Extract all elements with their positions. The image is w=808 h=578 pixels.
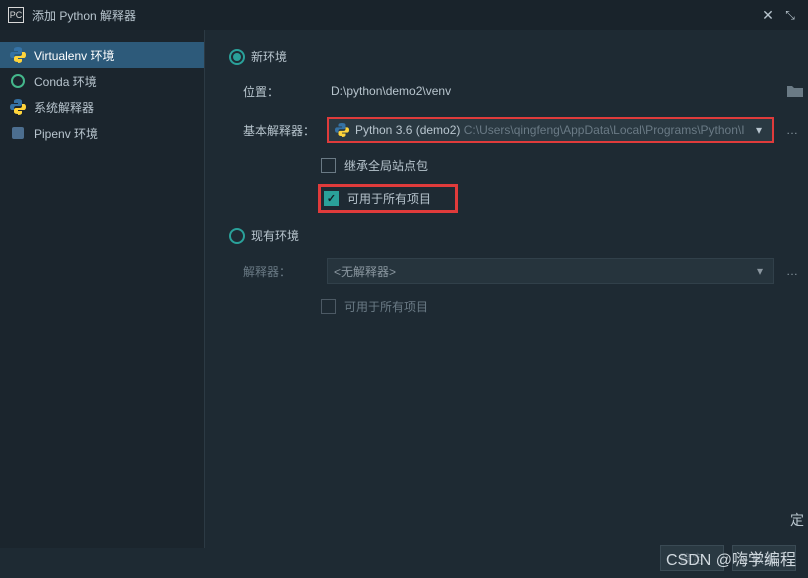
edge-text: 定 [790,510,804,530]
make-available-existing-row: 可用于所有项目 [321,298,804,315]
new-env-radio-row: 新环境 [229,48,804,65]
make-available-existing-checkbox [321,299,336,314]
watermark: CSDN @嗨学编程 [666,546,796,570]
inherit-packages-checkbox[interactable] [321,158,336,173]
python-icon [10,47,26,63]
sidebar-item-pipenv[interactable]: Pipenv 环境 [0,120,204,146]
folder-icon[interactable] [786,84,804,98]
sidebar-item-label: Conda 环境 [34,73,97,90]
sidebar-item-conda[interactable]: Conda 环境 [0,68,204,94]
make-available-checkbox[interactable] [324,191,339,206]
close-icon[interactable]: ✕ [756,7,780,24]
conda-icon [10,73,26,89]
browse-button[interactable]: … [780,123,804,137]
new-env-radio[interactable] [229,49,245,65]
window-title: 添加 Python 解释器 [32,7,756,24]
chevron-down-icon: ▾ [753,264,767,278]
window-extra-icon: ⤡ [780,8,800,23]
new-env-label: 新环境 [251,48,287,65]
make-available-highlight: 可用于所有项目 [318,184,458,213]
browse-button[interactable]: … [780,264,804,278]
sidebar-item-label: Pipenv 环境 [34,125,98,142]
inherit-packages-row: 继承全局站点包 [321,157,804,174]
location-input[interactable] [327,79,780,103]
base-interpreter-dropdown[interactable]: Python 3.6 (demo2) C:\Users\qingfeng\App… [327,117,774,143]
sidebar-item-label: Virtualenv 环境 [34,47,114,64]
interpreter-text: <无解释器> [334,263,753,280]
app-logo: PC [8,7,24,23]
sidebar-item-virtualenv[interactable]: Virtualenv 环境 [0,42,204,68]
dialog-body: Virtualenv 环境 Conda 环境 系统解释器 Pipenv 环境 新… [0,30,808,548]
python-icon [10,99,26,115]
interpreter-label: 解释器： [243,263,321,280]
interpreter-row: 解释器： <无解释器> ▾ … [243,258,804,284]
location-row: 位置： [243,79,804,103]
sidebar: Virtualenv 环境 Conda 环境 系统解释器 Pipenv 环境 [0,30,205,548]
make-available-existing-label: 可用于所有项目 [344,298,428,315]
make-available-label: 可用于所有项目 [347,190,431,207]
existing-env-radio-row: 现有环境 [229,227,804,244]
existing-env-radio[interactable] [229,228,245,244]
pipenv-icon [10,125,26,141]
location-input-wrap [327,79,804,103]
location-label: 位置： [243,83,321,100]
titlebar: PC 添加 Python 解释器 ✕ ⤡ [0,0,808,30]
base-interpreter-row: 基本解释器： Python 3.6 (demo2) C:\Users\qingf… [243,117,804,143]
interpreter-dropdown[interactable]: <无解释器> ▾ [327,258,774,284]
sidebar-item-system[interactable]: 系统解释器 [0,94,204,120]
python-icon [335,123,349,137]
existing-env-label: 现有环境 [251,227,299,244]
base-interpreter-label: 基本解释器： [243,122,321,139]
inherit-packages-label: 继承全局站点包 [344,157,428,174]
sidebar-item-label: 系统解释器 [34,99,94,116]
chevron-down-icon: ▾ [752,123,766,137]
base-interpreter-text: Python 3.6 (demo2) C:\Users\qingfeng\App… [355,123,752,137]
content-panel: 新环境 位置： 基本解释器： Python 3.6 (demo2) C:\Use… [205,30,808,548]
